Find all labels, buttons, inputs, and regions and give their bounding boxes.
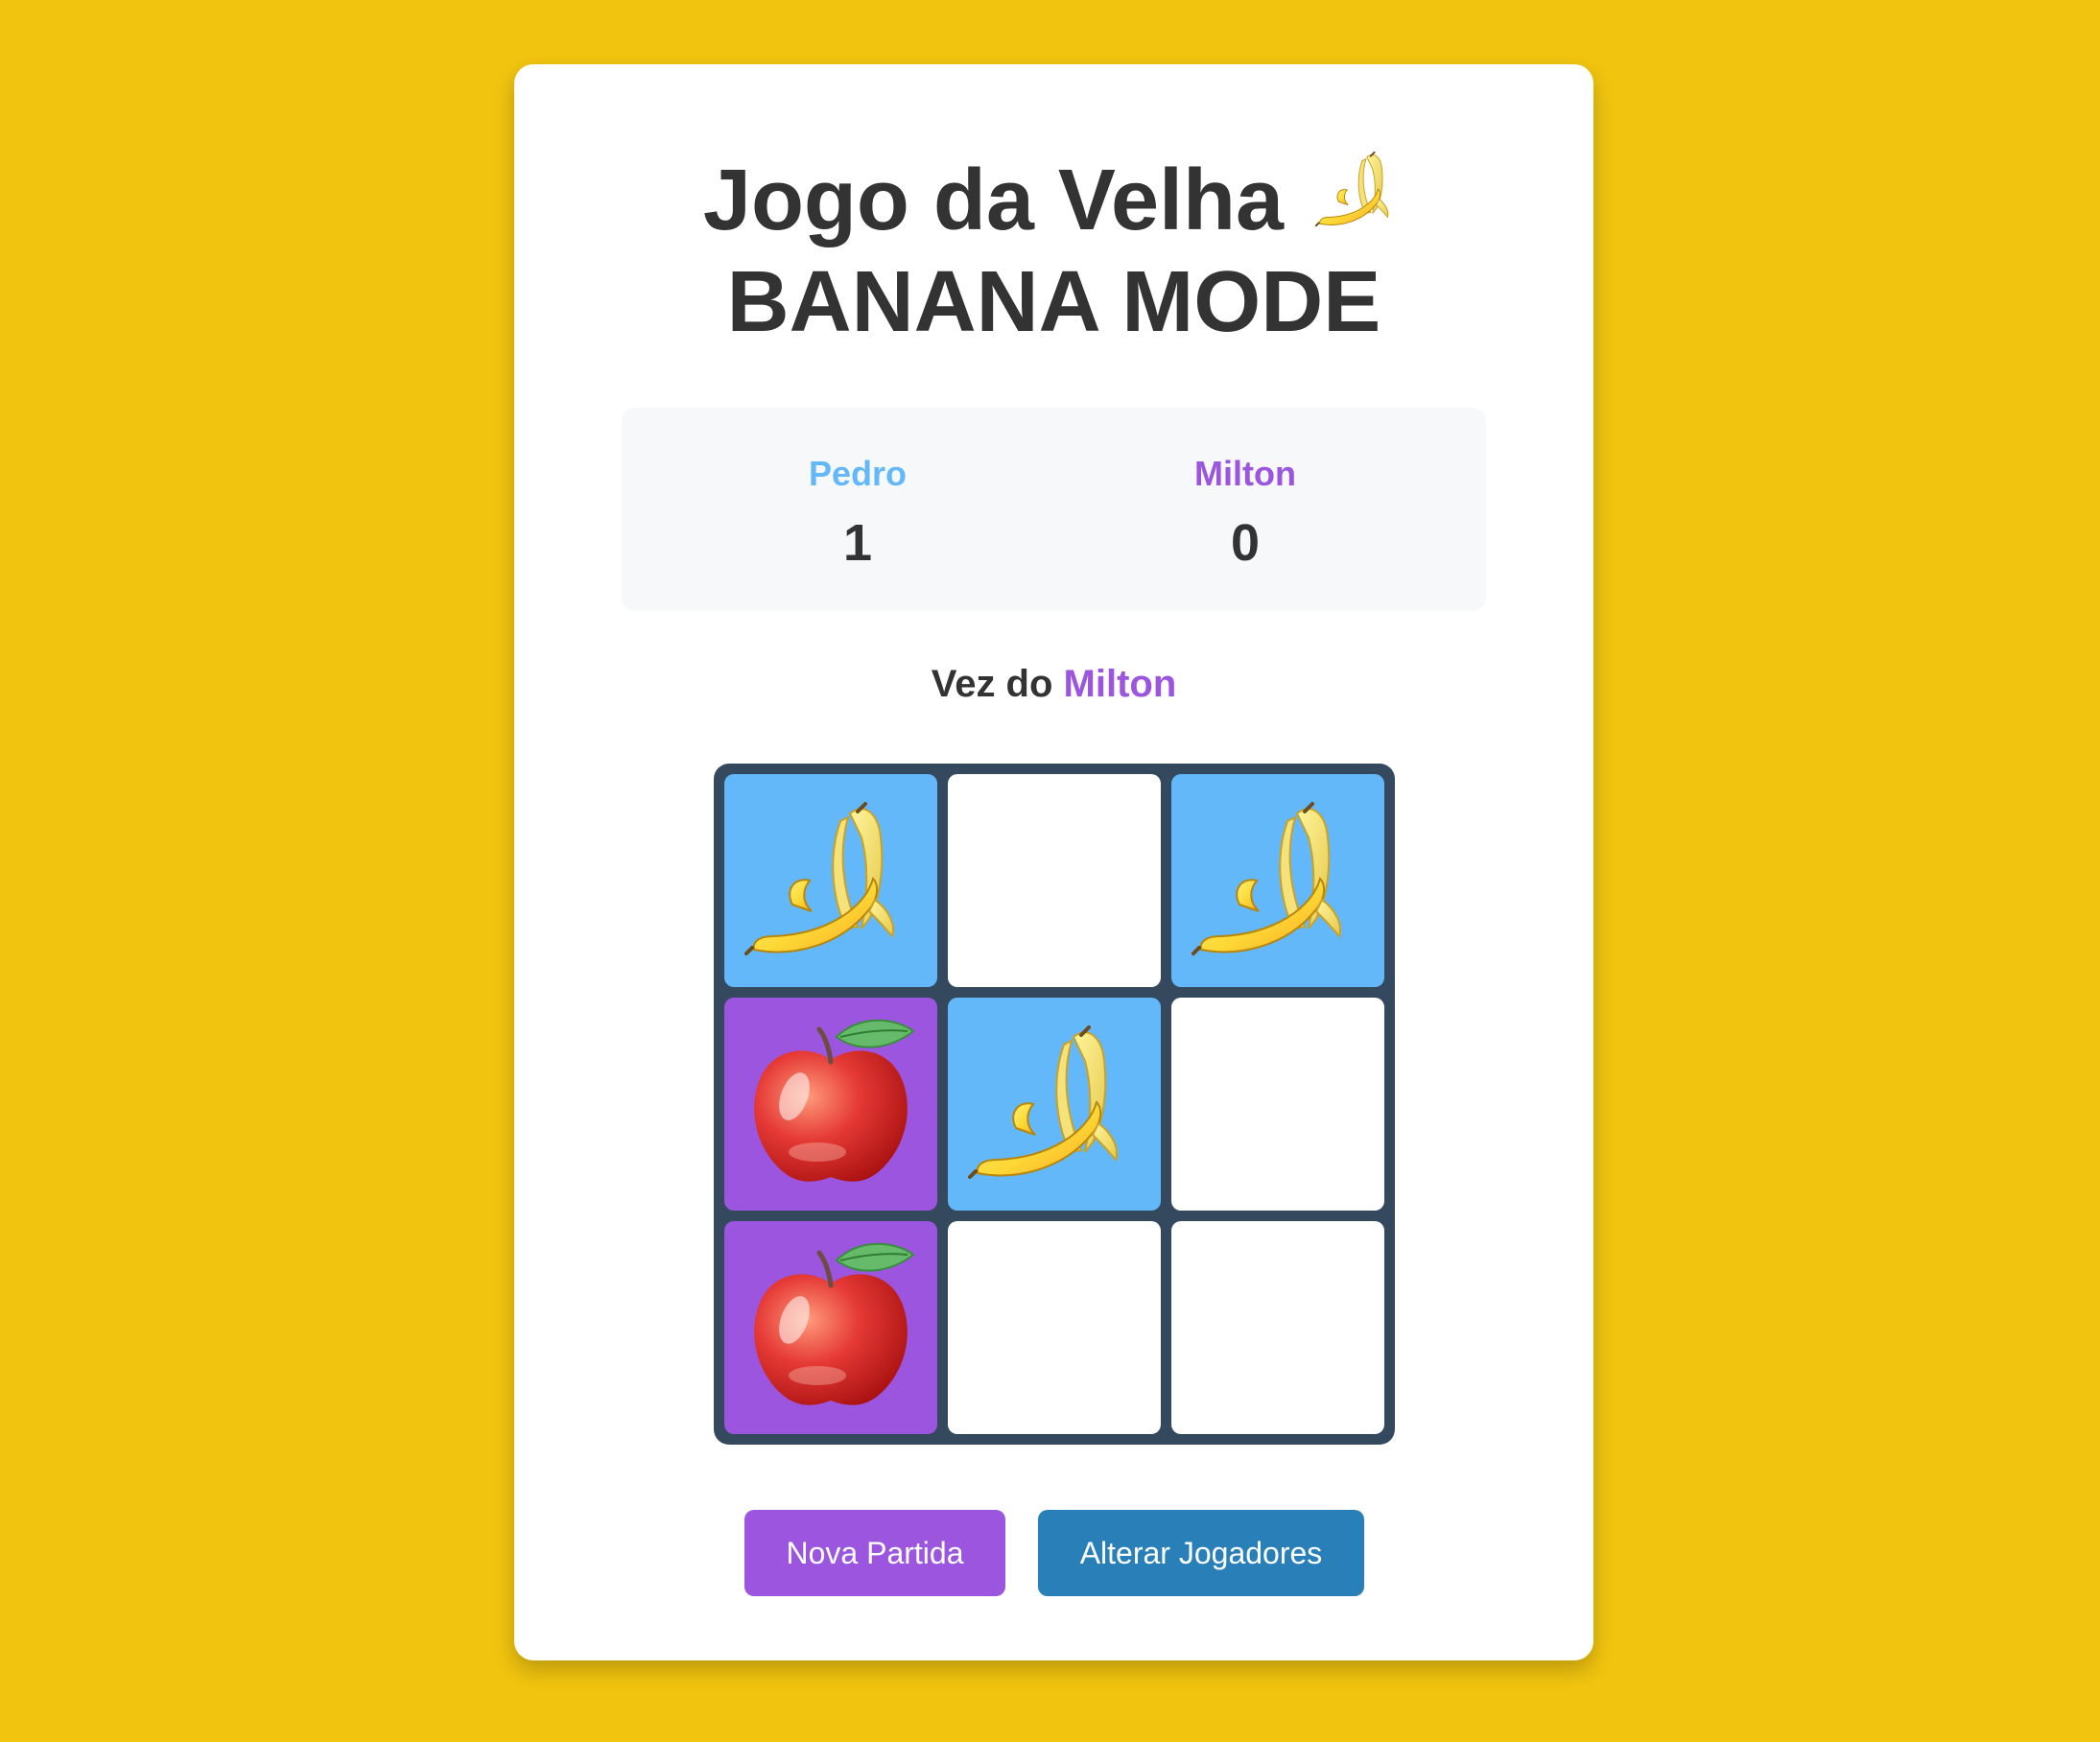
banana-icon [958,1008,1150,1200]
player1-score: 1 [842,514,873,572]
player2-name: Milton [1194,454,1296,493]
scoreboard: Pedro 1 Milton 0 [622,408,1486,611]
board-cell-5[interactable] [948,998,1161,1211]
player2-score: 0 [1230,514,1261,572]
board-cell-6[interactable] [1171,998,1384,1211]
turn-player: Milton [1063,663,1177,705]
player1-name: Pedro [808,454,908,493]
board-cell-9[interactable] [1171,1221,1384,1434]
title-line1: Jogo da Velha [702,153,1285,248]
board-cell-4[interactable] [724,998,937,1211]
board-cell-2[interactable] [948,774,1161,987]
game-card: Jogo da Velha BANANA MODE Pedro 1 Milton… [514,64,1593,1660]
change-players-button[interactable]: Alterar Jogadores [1038,1510,1364,1596]
new-game-button[interactable]: Nova Partida [744,1510,1005,1596]
banana-icon [1182,785,1374,977]
apple-icon [735,1232,927,1424]
board-cell-7[interactable] [724,1221,937,1434]
board-cell-1[interactable] [724,774,937,987]
turn-indicator: Vez do Milton [514,663,1593,706]
board-cell-3[interactable] [1171,774,1384,987]
banana-icon [1310,143,1404,237]
apple-icon [735,1008,927,1200]
banana-icon [735,785,927,977]
title-line2: BANANA MODE [726,254,1381,350]
game-board [714,764,1395,1445]
turn-prefix: Vez do [931,663,1064,705]
board-cell-8[interactable] [948,1221,1161,1434]
page-title: Jogo da Velha BANANA MODE [514,143,1593,353]
